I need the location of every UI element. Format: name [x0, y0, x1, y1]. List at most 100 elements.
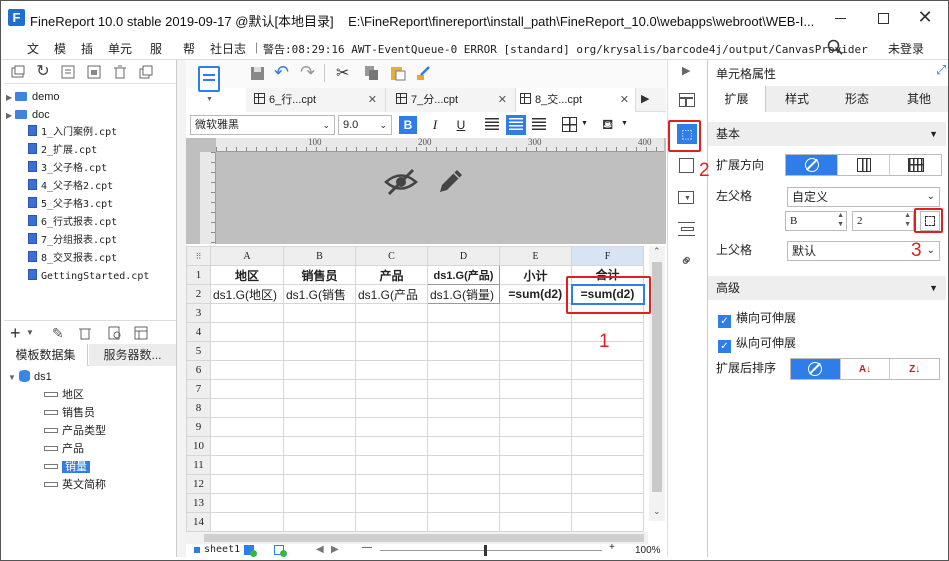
cell-d2[interactable]: ds1.G(销量): [427, 284, 500, 304]
edit-preview-icon[interactable]: [434, 166, 466, 198]
dataset-node[interactable]: ▼ ds1: [8, 368, 52, 386]
close-button[interactable]: ✕: [913, 6, 937, 28]
cell-e2[interactable]: =sum(d2): [499, 284, 572, 304]
row-header[interactable]: 8: [186, 398, 211, 418]
zoom-level[interactable]: 100%: [635, 545, 661, 556]
scroll-thumb[interactable]: [204, 534, 644, 542]
column-header[interactable]: A: [210, 246, 284, 266]
redo-icon[interactable]: ↷: [300, 62, 315, 83]
menu-file[interactable]: 文: [27, 40, 39, 57]
menu-community[interactable]: 社: [210, 40, 222, 57]
row-header[interactable]: 4: [186, 322, 211, 342]
font-family-select[interactable]: 微软雅黑 ⌄: [190, 115, 335, 135]
menu-help[interactable]: 帮: [183, 40, 195, 57]
add-dataset-icon[interactable]: +: [10, 323, 21, 344]
tab-shape[interactable]: 形态: [828, 86, 886, 112]
column-header[interactable]: C: [355, 246, 428, 266]
section-advanced[interactable]: 高级 ▼: [708, 276, 946, 300]
section-basic[interactable]: 基本 ▼: [708, 122, 946, 146]
field-item[interactable]: 地区: [44, 386, 84, 404]
chevron-down-icon[interactable]: ▼: [621, 120, 628, 127]
chevron-down-icon[interactable]: ▼: [26, 328, 34, 337]
tree-item-file[interactable]: 2_扩展.cpt: [28, 142, 97, 160]
zoom-slider[interactable]: [380, 545, 602, 556]
row-header[interactable]: 3: [186, 303, 211, 323]
cell-e1[interactable]: 小计: [499, 265, 572, 285]
close-tab-icon[interactable]: ✕: [368, 88, 377, 112]
field-item[interactable]: 英文简称: [44, 476, 106, 494]
hide-preview-icon[interactable]: [383, 166, 419, 198]
chevron-down-icon[interactable]: ▼: [206, 96, 213, 103]
sheet-tab[interactable]: sheet1: [204, 544, 240, 555]
field-item[interactable]: 销售员: [44, 404, 95, 422]
add-form-sheet-icon[interactable]: [274, 545, 287, 557]
zoom-out-button[interactable]: —: [362, 542, 372, 553]
row-header[interactable]: 2: [186, 284, 211, 304]
column-header[interactable]: F: [571, 246, 644, 266]
tree-item-file[interactable]: 6_行式报表.cpt: [28, 214, 117, 232]
tab-style[interactable]: 样式: [768, 86, 826, 112]
horizontal-expandable-checkbox[interactable]: ✓ 横向可伸展: [718, 309, 796, 328]
template-type-icon[interactable]: [198, 66, 220, 92]
underline-button[interactable]: U: [452, 116, 470, 134]
lock-template-icon[interactable]: [86, 64, 102, 80]
cell-a2[interactable]: ds1.G(地区): [210, 284, 284, 304]
tree-item-folder[interactable]: ▶ demo: [6, 88, 60, 106]
tab-template-6[interactable]: 6_行...cpt ✕: [246, 88, 386, 112]
field-item[interactable]: 产品: [44, 440, 84, 458]
field-item[interactable]: 产品类型: [44, 422, 106, 440]
row-header[interactable]: 12: [186, 474, 211, 494]
tab-list-icon[interactable]: ▶: [641, 92, 649, 105]
menu-insert[interactable]: 插: [81, 40, 93, 57]
scroll-down-icon[interactable]: ⌄: [653, 506, 661, 517]
vertical-expand-option[interactable]: [838, 155, 890, 175]
dataset-settings-icon[interactable]: [134, 325, 148, 341]
tree-item-file[interactable]: 3_父子格.cpt: [28, 160, 107, 178]
corner-cell[interactable]: ⠿: [186, 246, 211, 266]
row-header[interactable]: 5: [186, 341, 211, 361]
panel-splitter[interactable]: [177, 60, 186, 557]
edit-icon[interactable]: ✎: [52, 325, 64, 342]
paste-icon[interactable]: [389, 64, 407, 82]
left-parent-column-input[interactable]: B ▲ ▼: [785, 211, 847, 231]
cell-b1[interactable]: 销售员: [283, 265, 356, 285]
row-header[interactable]: 11: [186, 455, 211, 475]
row-header[interactable]: 7: [186, 379, 211, 399]
zoom-slider-thumb[interactable]: [484, 545, 487, 556]
condition-attribute-icon[interactable]: [678, 222, 695, 236]
row-header[interactable]: 1: [186, 265, 211, 285]
preview-dataset-icon[interactable]: [108, 325, 122, 341]
login-button[interactable]: 未登录: [888, 40, 924, 57]
row-header[interactable]: 10: [186, 436, 211, 456]
chevron-down-icon[interactable]: ▼: [581, 120, 588, 127]
cell-c1[interactable]: 产品: [355, 265, 428, 285]
spinner-icon[interactable]: ▲ ▼: [904, 211, 911, 229]
undo-icon[interactable]: ↶: [274, 62, 289, 83]
tree-item-file[interactable]: 4_父子格2.cpt: [28, 178, 113, 196]
field-item-selected[interactable]: 销量: [44, 458, 90, 476]
cell-b2[interactable]: ds1.G(销售: [283, 284, 356, 304]
delete-icon[interactable]: [112, 64, 128, 80]
row-header[interactable]: 14: [186, 512, 211, 532]
vertical-expandable-checkbox[interactable]: ✓ 纵向可伸展: [718, 334, 796, 353]
pin-icon[interactable]: ⤢: [936, 62, 946, 78]
format-painter-icon[interactable]: [414, 64, 432, 82]
column-header[interactable]: E: [499, 246, 572, 266]
row-header[interactable]: 6: [186, 360, 211, 380]
no-expand-option[interactable]: [786, 155, 838, 175]
spinner-icon[interactable]: ▲ ▼: [837, 211, 844, 229]
border-icon[interactable]: [562, 117, 577, 132]
tab-other[interactable]: 其他: [890, 86, 948, 112]
horizontal-scrollbar[interactable]: [186, 532, 648, 544]
template-info-icon[interactable]: [60, 64, 76, 80]
row-header[interactable]: 9: [186, 417, 211, 437]
align-left-icon[interactable]: [485, 118, 499, 131]
cell-a1[interactable]: 地区: [210, 265, 284, 285]
vertical-scrollbar[interactable]: ⌃ ⌄: [649, 246, 665, 521]
widget-settings-icon[interactable]: [679, 93, 695, 107]
float-element-icon[interactable]: ▼: [678, 191, 694, 204]
tree-item-file[interactable]: 8_交叉报表.cpt: [28, 250, 117, 268]
tree-item-file[interactable]: 5_父子格3.cpt: [28, 196, 113, 214]
tab-template-8-active[interactable]: 8_交...cpt ✕: [516, 88, 636, 112]
menu-log[interactable]: 日志: [222, 40, 246, 57]
